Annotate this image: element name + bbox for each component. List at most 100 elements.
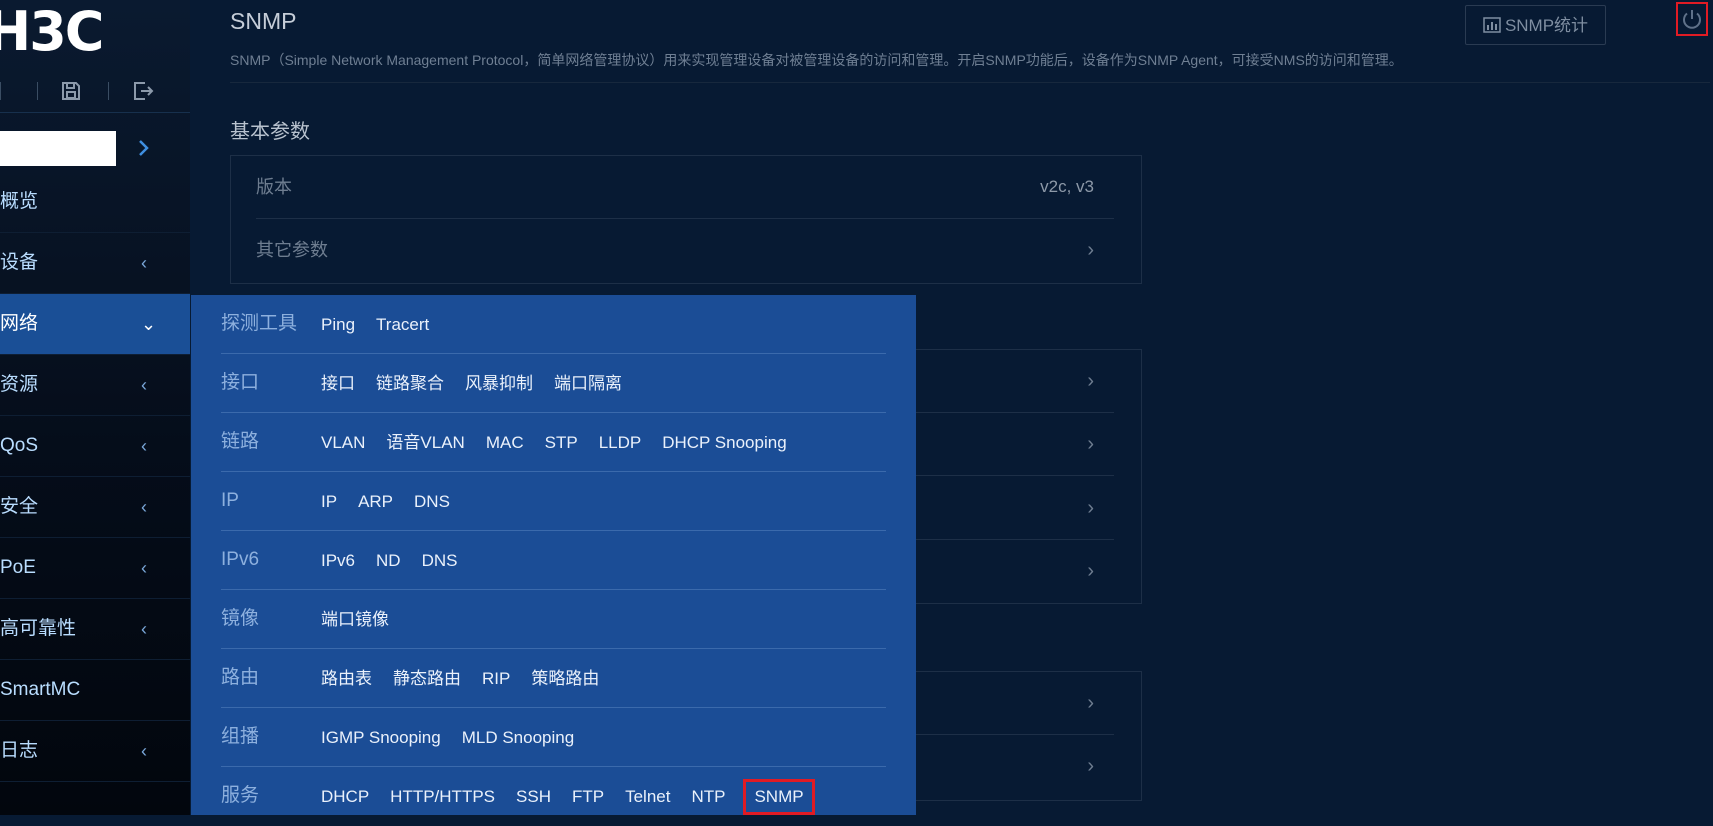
chevron-right-icon: › (1087, 560, 1094, 582)
basic-params-card: 版本 v2c, v3 其它参数 › (230, 155, 1142, 284)
toolbar-separator (108, 82, 109, 100)
sidebar-item-logs[interactable]: 日志 ‹ (0, 721, 190, 782)
sidebar-item-label: QoS (0, 435, 39, 456)
chevron-down-icon: ⌄ (141, 314, 157, 334)
toolbar-separator (37, 82, 38, 100)
chevron-right-icon: › (1087, 497, 1094, 519)
menu-item-dhcp-snooping[interactable]: DHCP Snooping (662, 414, 786, 472)
menu-item-vlan[interactable]: VLAN (321, 414, 365, 472)
sidebar-item-label: 日志 (0, 740, 39, 761)
menu-item-http-https[interactable]: HTTP/HTTPS (390, 768, 495, 826)
menu-item-lldp[interactable]: LLDP (599, 414, 642, 472)
sidebar-item-label: SmartMC (0, 679, 81, 700)
chevron-right-icon: › (1087, 370, 1094, 392)
menu-item-nd[interactable]: ND (376, 532, 401, 590)
menu-item-mld-snooping[interactable]: MLD Snooping (462, 709, 574, 767)
flyout-row-title: 链路 (221, 431, 260, 452)
flyout-row-title: 镜像 (221, 608, 260, 629)
header-divider (230, 82, 1710, 83)
sidebar-item-label: 设备 (0, 252, 39, 273)
menu-item-igmp-snooping[interactable]: IGMP Snooping (321, 709, 441, 767)
power-button[interactable] (1676, 2, 1708, 36)
menu-item-routing-table[interactable]: 路由表 (321, 650, 372, 708)
chevron-left-icon: ‹ (141, 741, 147, 761)
other-params-row[interactable]: 其它参数 › (256, 219, 1114, 281)
flyout-row-title: 组播 (221, 726, 260, 747)
sidebar-item-label: 高可靠性 (0, 618, 77, 639)
toolbar-separator (0, 82, 1, 100)
sidebar: H3C 概览 设备 ‹ 网络 ⌄ 资源 ‹ QoS ‹ 安全 ‹ PoE ‹ 高… (0, 0, 190, 815)
flyout-row-title: 接口 (221, 372, 260, 393)
sidebar-item-label: PoE (0, 557, 36, 578)
version-label: 版本 (256, 177, 292, 197)
version-value: v2c, v3 (1040, 177, 1094, 196)
sidebar-item-poe[interactable]: PoE ‹ (0, 538, 190, 599)
chevron-left-icon: ‹ (141, 375, 147, 395)
menu-item-link-aggregation[interactable]: 链路聚合 (376, 355, 444, 413)
sidebar-item-network[interactable]: 网络 ⌄ (0, 294, 190, 355)
menu-item-rip[interactable]: RIP (482, 650, 510, 708)
chevron-left-icon: ‹ (141, 619, 147, 639)
menu-item-ping[interactable]: Ping (321, 296, 355, 354)
chevron-right-icon: › (1087, 433, 1094, 455)
menu-item-static-routing[interactable]: 静态路由 (393, 650, 461, 708)
menu-item-policy-routing[interactable]: 策略路由 (531, 650, 599, 708)
flyout-row-probe: 探测工具 Ping Tracert (221, 295, 886, 354)
snmp-stats-button[interactable]: SNMP统计 (1465, 5, 1606, 45)
sidebar-item-smartmc[interactable]: SmartMC (0, 660, 190, 721)
menu-item-mac[interactable]: MAC (486, 414, 524, 472)
menu-item-dns[interactable]: DNS (414, 473, 450, 531)
chevron-right-icon[interactable] (136, 138, 154, 160)
sidebar-item-security[interactable]: 安全 ‹ (0, 477, 190, 538)
menu-item-arp[interactable]: ARP (358, 473, 393, 531)
sidebar-item-qos[interactable]: QoS ‹ (0, 416, 190, 477)
sidebar-item-resources[interactable]: 资源 ‹ (0, 355, 190, 416)
flyout-row-ip: IP IP ARP DNS (221, 472, 886, 531)
other-params-label: 其它参数 (256, 240, 328, 260)
basic-params-heading: 基本参数 (230, 121, 310, 143)
menu-item-ntp[interactable]: NTP (691, 768, 725, 826)
sidebar-item-label: 安全 (0, 496, 39, 517)
chevron-right-icon: › (1087, 755, 1094, 777)
flyout-row-multicast: 组播 IGMP Snooping MLD Snooping (221, 708, 886, 767)
menu-item-ssh[interactable]: SSH (516, 768, 551, 826)
menu-item-ftp[interactable]: FTP (572, 768, 604, 826)
flyout-row-title: 路由 (221, 667, 260, 688)
sidebar-toolbar (0, 72, 190, 113)
logout-icon[interactable] (132, 80, 156, 104)
menu-item-port-isolation[interactable]: 端口隔离 (554, 355, 622, 413)
menu-item-stp[interactable]: STP (545, 414, 578, 472)
flyout-row-interface: 接口 接口 链路聚合 风暴抑制 端口隔离 (221, 354, 886, 413)
flyout-row-routing: 路由 路由表 静态路由 RIP 策略路由 (221, 649, 886, 708)
sidebar-item-label: 网络 (0, 313, 39, 334)
version-row: 版本 v2c, v3 (256, 156, 1114, 219)
chevron-left-icon: ‹ (141, 497, 147, 517)
menu-item-port-mirroring[interactable]: 端口镜像 (321, 591, 389, 649)
menu-item-ipv6[interactable]: IPv6 (321, 532, 355, 590)
chevron-right-icon: › (1087, 692, 1094, 714)
brand-logo: H3C (0, 6, 120, 56)
chevron-right-icon: › (1087, 239, 1094, 261)
flyout-row-mirroring: 镜像 端口镜像 (221, 590, 886, 649)
flyout-row-title: IPv6 (221, 549, 260, 570)
sidebar-item-label: 概览 (0, 191, 39, 212)
menu-item-interface[interactable]: 接口 (321, 355, 355, 413)
save-icon[interactable] (60, 80, 84, 104)
menu-item-snmp[interactable]: SNMP (743, 779, 815, 815)
sidebar-item-overview[interactable]: 概览 (0, 172, 190, 233)
sidebar-item-high-availability[interactable]: 高可靠性 ‹ (0, 599, 190, 660)
menu-item-telnet[interactable]: Telnet (625, 768, 670, 826)
flyout-row-title: 服务 (221, 785, 260, 806)
flyout-row-title: 探测工具 (221, 313, 298, 334)
menu-item-voice-vlan[interactable]: 语音VLAN (386, 414, 464, 472)
menu-item-dns-v6[interactable]: DNS (422, 532, 458, 590)
bar-chart-icon (1483, 17, 1501, 33)
menu-item-tracert[interactable]: Tracert (376, 296, 429, 354)
power-icon (1683, 10, 1701, 29)
menu-item-ip[interactable]: IP (321, 473, 337, 531)
sidebar-nav: 概览 设备 ‹ 网络 ⌄ 资源 ‹ QoS ‹ 安全 ‹ PoE ‹ 高可靠性 … (0, 172, 190, 782)
search-input[interactable] (0, 131, 116, 166)
menu-item-storm-control[interactable]: 风暴抑制 (465, 355, 533, 413)
menu-item-dhcp[interactable]: DHCP (321, 768, 369, 826)
sidebar-item-device[interactable]: 设备 ‹ (0, 233, 190, 294)
